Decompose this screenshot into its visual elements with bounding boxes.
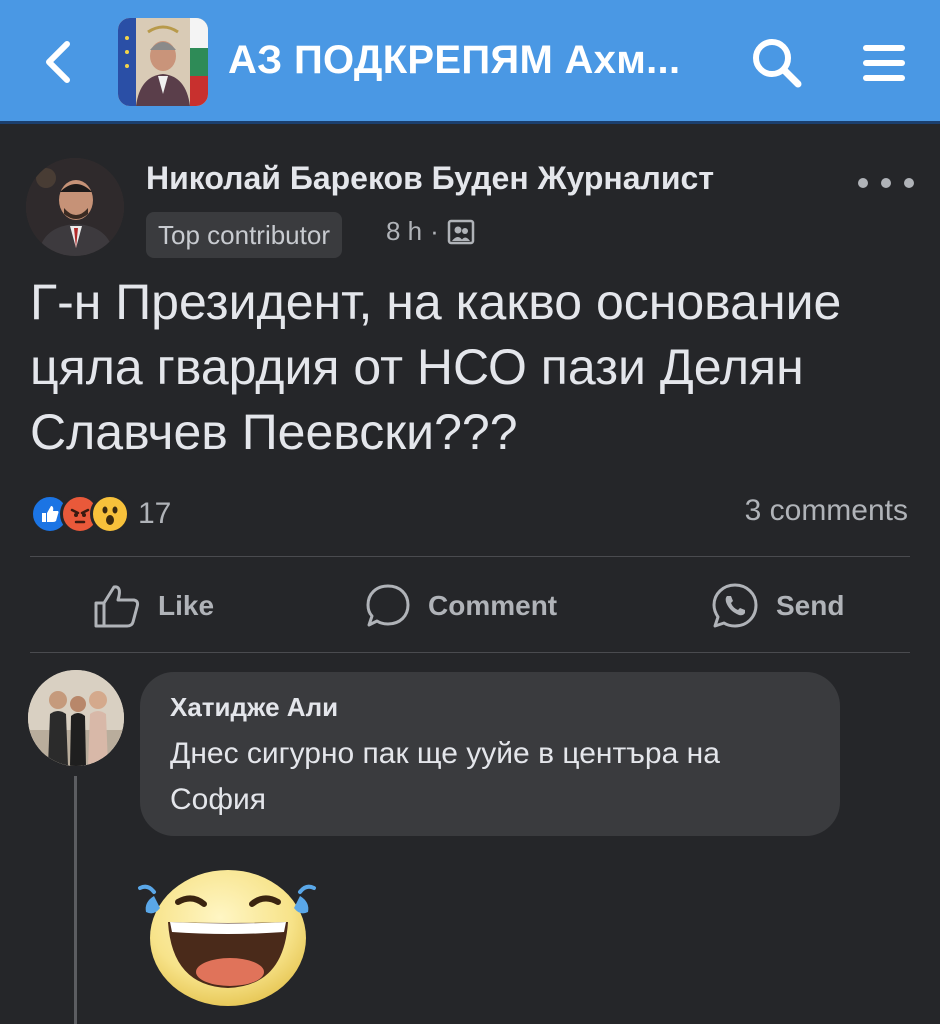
hamburger-menu-icon <box>863 45 905 81</box>
comment-bubble[interactable]: Хатидже Али Днес сигурно пак ще ууйе в ц… <box>140 672 840 836</box>
author-name[interactable]: Николай Бареков Буден Журналист <box>146 160 714 197</box>
whatsapp-icon <box>712 583 758 628</box>
top-contributor-badge[interactable]: Top contributor <box>146 212 342 258</box>
post-time[interactable]: 8 h <box>386 216 422 247</box>
dot <box>904 178 914 188</box>
author-avatar[interactable] <box>26 158 124 256</box>
laughing-tears-emoji-icon <box>134 858 320 1008</box>
commenter-avatar[interactable] <box>28 670 124 766</box>
comment-author[interactable]: Хатидже Али <box>170 692 810 723</box>
comment-bubble-icon <box>366 584 410 627</box>
wow-reaction-icon <box>90 494 130 534</box>
group-thumbnail[interactable] <box>118 18 208 106</box>
reactions-summary[interactable]: 17 <box>30 492 171 536</box>
group-audience-icon <box>447 219 475 244</box>
post-text: Г-н Президент, на какво основание цяла г… <box>30 274 842 460</box>
post-options-button[interactable] <box>858 170 914 196</box>
send-button[interactable]: Send <box>710 578 844 634</box>
meta-separator: · <box>430 216 439 246</box>
dot <box>858 178 868 188</box>
group-title[interactable]: АЗ ПОДКРЕПЯМ Ахм... <box>228 38 680 83</box>
comment-text: Днес сигурно пак ще ууйе в центъра на Со… <box>170 737 720 816</box>
chevron-left-icon <box>46 41 70 83</box>
send-label: Send <box>776 590 845 621</box>
comment-label: Comment <box>428 590 558 621</box>
search-icon <box>753 39 802 88</box>
like-label: Like <box>158 590 215 621</box>
thumbs-up-icon <box>94 585 140 628</box>
comment-button[interactable]: Comment <box>364 578 557 634</box>
post-meta: 8 h · <box>386 216 475 247</box>
group-header-bar: АЗ ПОДКРЕПЯМ Ахм... <box>0 0 940 124</box>
comments-count-link[interactable]: 3 comments <box>745 494 908 528</box>
divider <box>30 652 910 653</box>
search-button[interactable] <box>748 34 806 92</box>
divider <box>30 556 910 557</box>
comment-thread-line <box>74 776 77 1024</box>
menu-button[interactable] <box>856 38 912 88</box>
reaction-count: 17 <box>138 497 172 530</box>
back-button[interactable] <box>36 38 80 86</box>
dot <box>881 178 891 188</box>
like-button[interactable]: Like <box>92 578 214 634</box>
